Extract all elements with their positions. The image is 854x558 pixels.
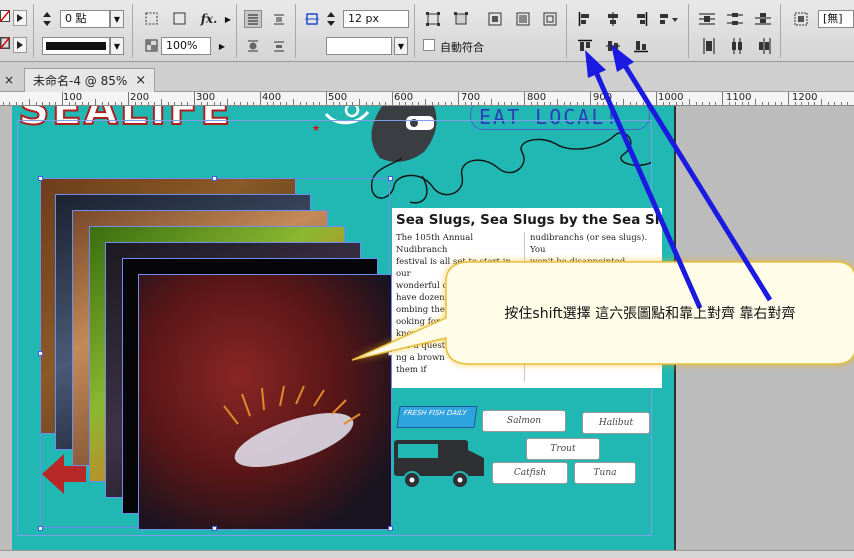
callout-text: 按住shift選擇 這六張圖點和靠上對齊 靠右對齊: [504, 306, 796, 322]
